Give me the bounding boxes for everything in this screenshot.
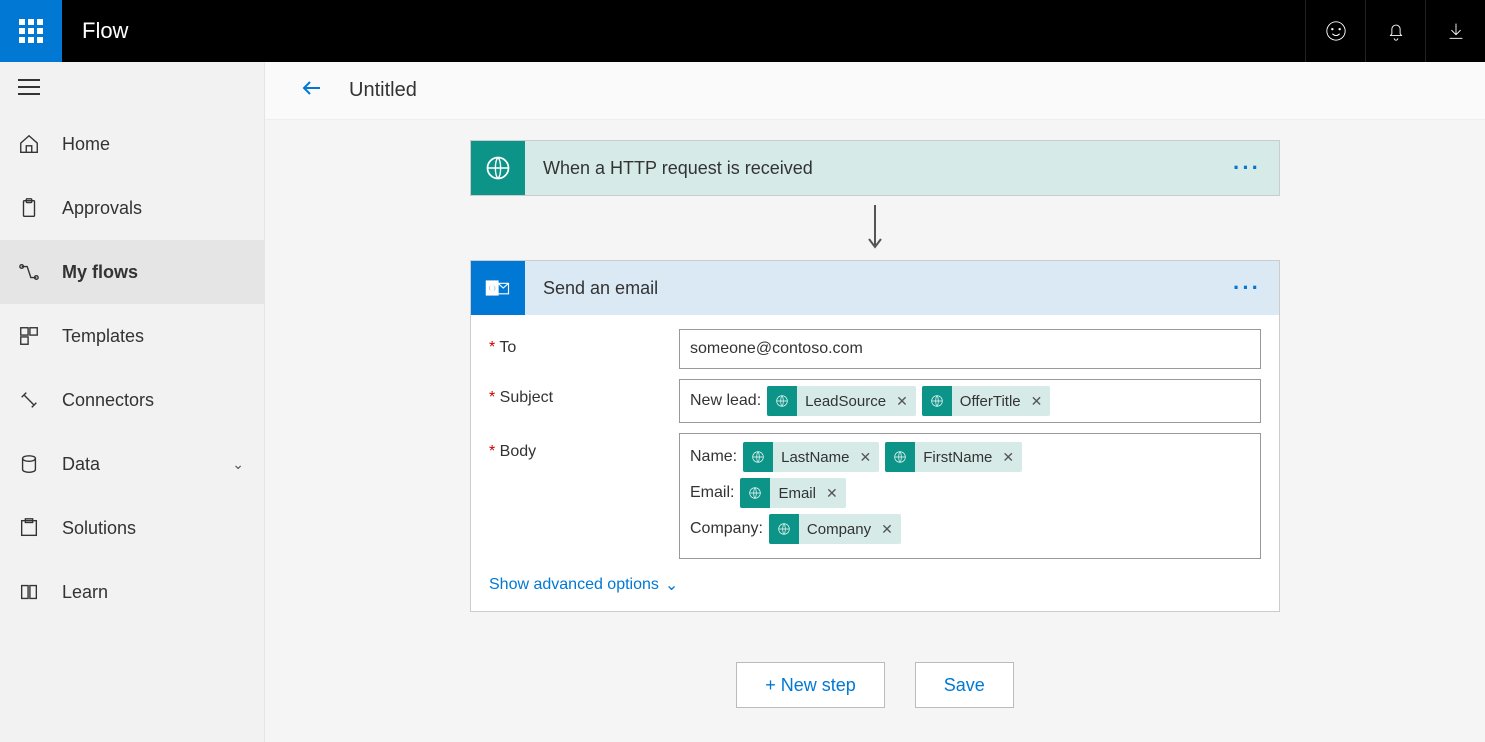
body-line: Name: LastName ✕ FirstName ✕: [690, 442, 1250, 472]
remove-token-button[interactable]: ✕: [1029, 393, 1051, 410]
flow-title[interactable]: Untitled: [349, 79, 417, 102]
nav-label: Connectors: [62, 390, 154, 411]
field-to: To someone@contoso.com: [489, 329, 1261, 369]
action-body: To someone@contoso.com Subject New lead:…: [471, 315, 1279, 611]
database-icon: [18, 453, 40, 475]
nav-item-templates[interactable]: Templates: [0, 304, 264, 368]
nav-label: Data: [62, 454, 100, 475]
nav-toggle-button[interactable]: [0, 62, 264, 112]
http-icon: [471, 141, 525, 195]
top-bar: Flow: [0, 0, 1485, 62]
nav-item-connectors[interactable]: Connectors: [0, 368, 264, 432]
action-header: O Send an email ···: [471, 261, 1279, 315]
body-line: Email: Email ✕: [690, 478, 1250, 508]
trigger-header: When a HTTP request is received ···: [471, 141, 1279, 195]
home-icon: [18, 133, 40, 155]
page-header: Untitled: [265, 62, 1485, 120]
chevron-down-icon: ⌄: [665, 575, 678, 595]
token-lastname[interactable]: LastName ✕: [743, 442, 879, 472]
back-button[interactable]: [300, 76, 324, 105]
to-value: someone@contoso.com: [690, 340, 863, 358]
chevron-down-icon: ⌄: [232, 456, 244, 473]
left-nav: Home Approvals My flows Templates Connec…: [0, 62, 265, 742]
action-menu-button[interactable]: ···: [1233, 275, 1279, 301]
trigger-title: When a HTTP request is received: [525, 158, 1233, 179]
token-leadsource[interactable]: LeadSource ✕: [767, 386, 916, 416]
arrow-down-icon: [863, 203, 887, 253]
flow-canvas: When a HTTP request is received ··· O Se…: [265, 120, 1485, 742]
bell-icon: [1385, 20, 1407, 42]
arrow-left-icon: [300, 76, 324, 100]
nav-item-approvals[interactable]: Approvals: [0, 176, 264, 240]
nav-item-home[interactable]: Home: [0, 112, 264, 176]
show-advanced-link[interactable]: Show advanced options ⌄: [489, 569, 1261, 597]
app-title: Flow: [62, 18, 1305, 44]
nav-item-learn[interactable]: Learn: [0, 560, 264, 624]
svg-text:O: O: [488, 283, 496, 295]
subject-label: Subject: [489, 379, 679, 407]
globe-icon: [922, 386, 952, 416]
remove-token-button[interactable]: ✕: [824, 485, 846, 502]
waffle-icon: [19, 19, 43, 43]
save-button[interactable]: Save: [915, 662, 1014, 708]
token-firstname[interactable]: FirstName ✕: [885, 442, 1022, 472]
globe-icon: [769, 514, 799, 544]
hamburger-icon: [18, 86, 40, 88]
book-icon: [18, 581, 40, 603]
download-icon: [1445, 20, 1467, 42]
field-subject: Subject New lead: LeadSource ✕ OfferTitl…: [489, 379, 1261, 423]
nav-item-my-flows[interactable]: My flows: [0, 240, 264, 304]
nav-label: Learn: [62, 582, 108, 603]
to-label: To: [489, 329, 679, 357]
nav-label: Templates: [62, 326, 144, 347]
nav-item-solutions[interactable]: Solutions: [0, 496, 264, 560]
body-input[interactable]: Name: LastName ✕ FirstName ✕: [679, 433, 1261, 559]
trigger-menu-button[interactable]: ···: [1233, 155, 1279, 181]
clipboard-icon: [18, 197, 40, 219]
remove-token-button[interactable]: ✕: [858, 449, 880, 466]
flow-icon: [18, 261, 40, 283]
token-offertitle[interactable]: OfferTitle ✕: [922, 386, 1051, 416]
remove-token-button[interactable]: ✕: [879, 521, 901, 538]
field-body: Body Name: LastName ✕ FirstName ✕: [489, 433, 1261, 559]
nav-item-data[interactable]: Data ⌄: [0, 432, 264, 496]
download-button[interactable]: [1425, 0, 1485, 62]
smiley-icon: [1325, 20, 1347, 42]
remove-token-button[interactable]: ✕: [1000, 449, 1022, 466]
globe-icon: [743, 442, 773, 472]
remove-token-button[interactable]: ✕: [894, 393, 916, 410]
nav-label: My flows: [62, 262, 138, 283]
globe-icon: [767, 386, 797, 416]
solutions-icon: [18, 517, 40, 539]
notifications-button[interactable]: [1365, 0, 1425, 62]
new-step-button[interactable]: + New step: [736, 662, 885, 708]
body-label: Body: [489, 433, 679, 461]
flow-arrow: [863, 196, 887, 260]
topbar-actions: [1305, 0, 1485, 62]
outlook-icon: O: [471, 261, 525, 315]
action-card[interactable]: O Send an email ··· To someone@contoso.c…: [470, 260, 1280, 612]
feedback-button[interactable]: [1305, 0, 1365, 62]
action-title: Send an email: [525, 278, 1233, 299]
nav-label: Home: [62, 134, 110, 155]
subject-prefix: New lead:: [690, 392, 761, 410]
subject-input[interactable]: New lead: LeadSource ✕ OfferTitle ✕: [679, 379, 1261, 423]
body-line: Company: Company ✕: [690, 514, 1250, 544]
globe-icon: [740, 478, 770, 508]
to-input[interactable]: someone@contoso.com: [679, 329, 1261, 369]
token-email[interactable]: Email ✕: [740, 478, 845, 508]
nav-label: Solutions: [62, 518, 136, 539]
connectors-icon: [18, 389, 40, 411]
nav-label: Approvals: [62, 198, 142, 219]
token-company[interactable]: Company ✕: [769, 514, 901, 544]
trigger-card[interactable]: When a HTTP request is received ···: [470, 140, 1280, 196]
footer-buttons: + New step Save: [736, 662, 1014, 708]
globe-icon: [885, 442, 915, 472]
templates-icon: [18, 325, 40, 347]
app-launcher-button[interactable]: [0, 0, 62, 62]
